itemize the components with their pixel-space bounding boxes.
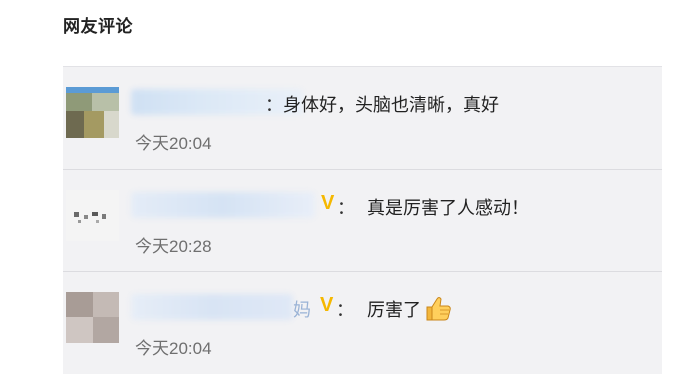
vip-badge-icon: V [320, 294, 334, 316]
username-fragment[interactable]: 妈 [293, 296, 311, 322]
comment-separator: ： [265, 95, 283, 116]
comment-text: 身体好，头脑也清晰，真好 [283, 95, 499, 116]
avatar[interactable] [66, 292, 119, 343]
comment-timestamp: 今天20:04 [135, 134, 212, 153]
comment-item: ： 身体好，头脑也清晰，真好 今天20:04 [63, 67, 662, 169]
comments-list: ： 身体好，头脑也清晰，真好 今天20:04 V ： 真是厉害了人感动！ 今天2… [63, 66, 662, 374]
comment-text: 真是厉害了人感动！ [367, 198, 529, 219]
comment-text: 厉害了 [367, 300, 421, 321]
vip-badge-icon: V [321, 192, 335, 214]
username-blurred[interactable] [131, 294, 293, 320]
comment-item: 妈 V ： 厉害了 今天20:04 [63, 271, 662, 374]
section-title: 网友评论 [63, 17, 133, 37]
username-blurred[interactable] [131, 192, 315, 218]
comment-item: V ： 真是厉害了人感动！ 今天20:28 [63, 169, 662, 272]
comment-timestamp: 今天20:04 [135, 339, 212, 358]
comment-timestamp: 今天20:28 [135, 237, 212, 256]
thumbs-up-icon [423, 296, 451, 327]
comment-separator: ： [336, 300, 354, 321]
comment-separator: ： [337, 198, 355, 219]
avatar[interactable] [66, 87, 119, 138]
avatar[interactable] [66, 190, 119, 241]
comment-text-wrapper: 厉害了 [367, 296, 451, 327]
